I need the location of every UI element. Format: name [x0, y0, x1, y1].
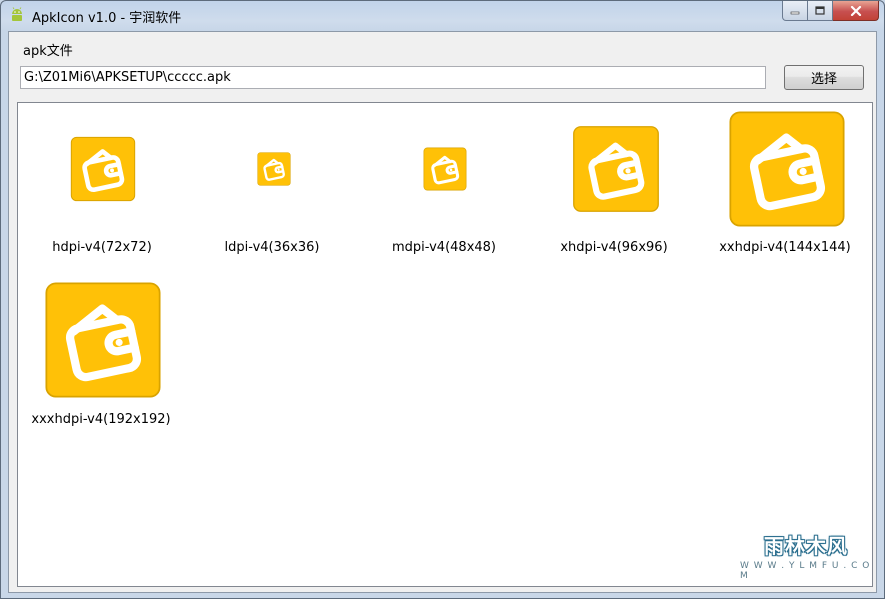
maximize-icon: [815, 6, 825, 15]
site-watermark: 雨林木风 W W W . Y L M F U . C O M: [740, 526, 872, 584]
minimize-icon: [790, 11, 800, 14]
watermark-logo-text: 雨林木风: [764, 533, 848, 558]
wallet-icon: [45, 282, 161, 398]
watermark-url: W W W . Y L M F U . C O M: [740, 560, 871, 581]
icon-label-xxxhdpi: xxxhdpi-v4(192x192): [31, 412, 171, 427]
maximize-button[interactable]: [808, 1, 833, 21]
wallet-icon: [70, 136, 136, 202]
icon-label-xhdpi: xhdpi-v4(96x96): [560, 240, 668, 255]
icon-label-ldpi: ldpi-v4(36x36): [224, 240, 320, 255]
wallet-icon: [257, 152, 291, 186]
apk-path-input[interactable]: [20, 66, 766, 89]
close-button[interactable]: [833, 1, 879, 21]
apk-file-group-label: apk文件: [23, 44, 73, 59]
wallet-icon: [729, 111, 845, 227]
select-file-button[interactable]: 选择: [784, 65, 864, 90]
icon-label-xxhdpi: xxhdpi-v4(144x144): [719, 240, 851, 255]
wallet-icon: [423, 147, 467, 191]
icon-label-mdpi: mdpi-v4(48x48): [391, 240, 497, 255]
minimize-button[interactable]: [782, 1, 808, 21]
client-area: apk文件 选择 hdpi-v4(72x72) ldpi-v4(36x36) m…: [8, 31, 877, 593]
title-bar[interactable]: ApkIcon v1.0 - 宇润软件: [1, 1, 884, 29]
icon-label-hdpi: hdpi-v4(72x72): [52, 240, 152, 255]
app-window: ApkIcon v1.0 - 宇润软件 apk文件 选择 hdpi-v4(72x…: [0, 0, 885, 599]
caption-buttons: [782, 1, 879, 21]
window-title: ApkIcon v1.0 - 宇润软件: [32, 11, 182, 26]
icon-list-panel[interactable]: hdpi-v4(72x72) ldpi-v4(36x36) mdpi-v4(48…: [17, 102, 873, 587]
wallet-icon: [573, 126, 659, 212]
android-icon: [12, 7, 22, 21]
close-icon: [850, 5, 861, 16]
